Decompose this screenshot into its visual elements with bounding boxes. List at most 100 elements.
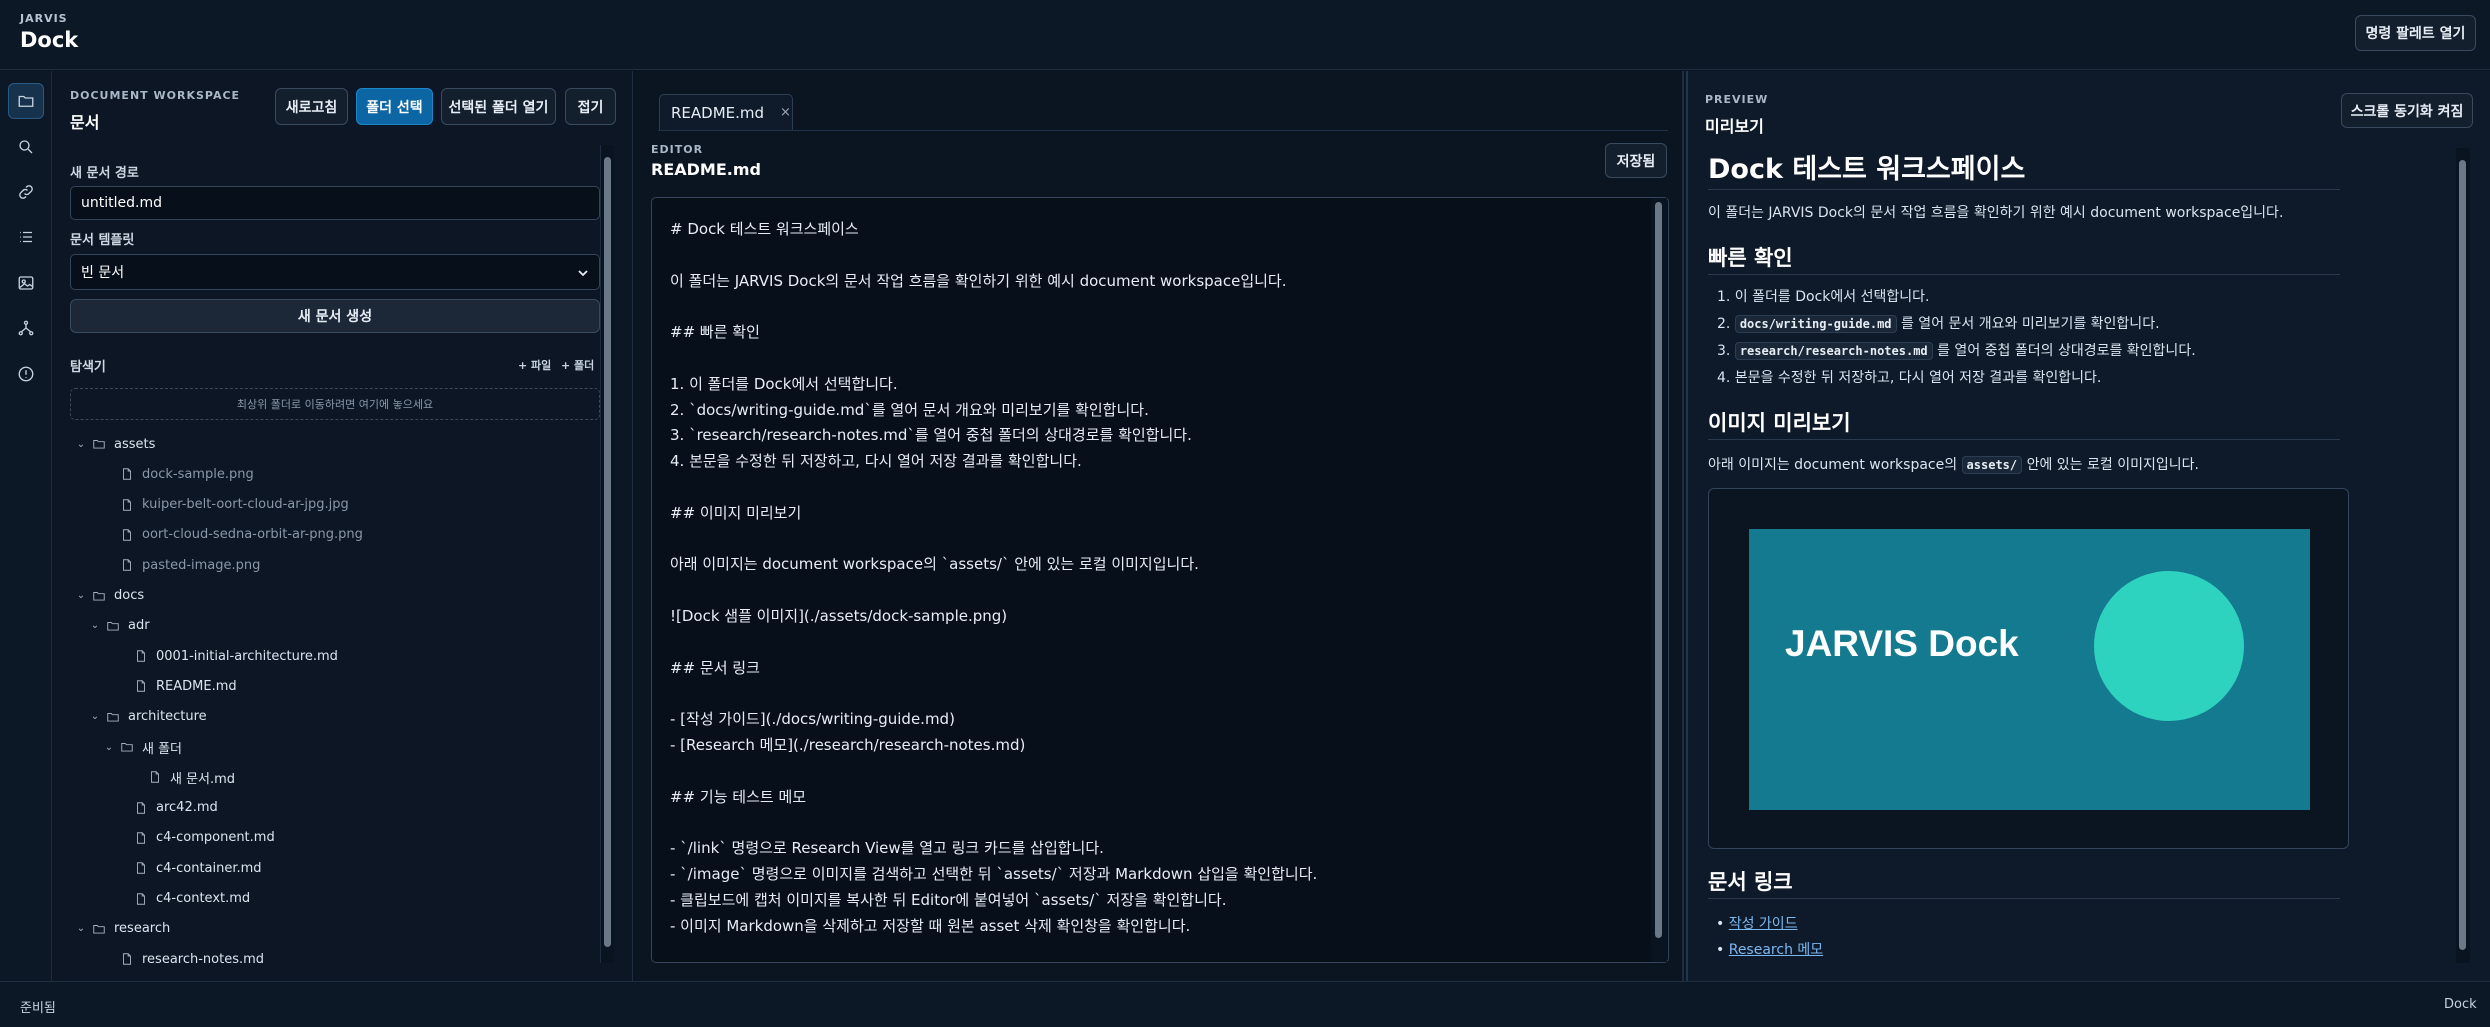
preview-h1: Dock 테스트 워크스페이스 [1708,154,2026,185]
editor-line: # Dock 테스트 워크스페이스 [670,220,859,238]
tab-readme[interactable]: README.md × [659,94,793,130]
explorer-scrollbar[interactable] [600,145,614,963]
tree-file[interactable]: c4-component.md [102,825,275,851]
file-icon [120,498,134,512]
tree-folder[interactable]: ⌄ assets [74,431,156,457]
tree-file[interactable]: pasted-image.png [88,552,260,578]
collapse-button[interactable]: 접기 [565,88,616,125]
file-icon [134,649,148,663]
editor-line: 2. `docs/writing-guide.md`를 열어 문서 개요와 미리… [670,400,1149,419]
tree-item-label: adr [128,618,150,634]
tree-item-label: 새 폴더 [142,741,183,757]
app-title: Dock [20,28,79,52]
activity-link-button[interactable] [8,174,44,210]
new-doc-path-input[interactable]: untitled.md [70,186,600,220]
file-icon [134,801,148,815]
folder-icon [92,922,106,936]
file-icon [134,679,148,693]
quick-list-item: 4. 본문을 수정한 뒤 저장하고, 다시 열어 저장 결과를 확인합니다. [1717,367,2101,387]
add-file-button[interactable]: + 파일 [518,357,551,373]
editor-line: - 이미지 Markdown을 삭제하고 저장할 때 원본 asset 삭제 확… [670,916,1191,935]
close-icon[interactable]: × [780,105,791,120]
chevron-down-icon[interactable]: ⌄ [74,590,88,601]
image-text-pre: 아래 이미지는 document workspace의 [1708,457,1962,473]
file-icon [148,770,162,784]
tree-file[interactable]: c4-context.md [102,886,250,912]
brand-subtitle: JARVIS [20,12,68,25]
activity-explorer-button[interactable] [8,83,44,119]
preview-scroll-thumb[interactable] [2459,160,2466,950]
tree-folder[interactable]: ⌄ research [74,916,170,942]
tree-file[interactable]: arc42.md [102,795,218,821]
preview-scrollbar[interactable] [2456,148,2470,963]
editor-line: - `/image` 명령으로 이미지를 검색하고 선택한 뒤 `assets/… [670,865,1318,883]
explorer-scroll-thumb[interactable] [604,157,611,947]
command-palette-button[interactable]: 명령 팔레트 열기 [2355,15,2476,51]
tree-file[interactable]: research-notes.md [88,946,264,972]
editor-line: - [작성 가이드](./docs/writing-guide.md) [670,710,955,729]
create-doc-button[interactable]: 새 문서 생성 [70,299,600,333]
status-bar [0,981,2490,1027]
preview-image-frame: JARVIS Dock [1708,488,2349,849]
folder-icon [120,740,134,754]
activity-image-button[interactable] [8,265,44,301]
new-doc-path-label: 새 문서 경로 [70,166,139,181]
doc-link[interactable]: 작성 가이드 [1729,916,1798,932]
editor-line: - [Research 메모](./research/research-note… [670,736,1026,754]
editor-scroll-thumb[interactable] [1655,202,1662,938]
tree-folder[interactable]: ⌄ architecture [88,704,207,730]
doc-link[interactable]: Research 메모 [1729,942,1823,958]
status-right: Dock [2444,997,2477,1012]
image-text-code: assets/ [1961,456,2023,474]
tree-file[interactable]: kuiper-belt-oort-cloud-ar-jpg.jpg [88,492,349,518]
file-icon [120,558,134,572]
editor-line: ## 빠른 확인 [670,323,760,342]
tree-file[interactable]: 새 문서.md [116,764,235,790]
scroll-sync-toggle[interactable]: 스크롤 동기화 켜짐 [2341,93,2473,128]
chevron-down-icon[interactable]: ⌄ [88,711,102,722]
folder-icon [92,437,106,451]
chevron-down-icon[interactable]: ⌄ [74,439,88,450]
chevron-down-icon[interactable]: ⌄ [74,923,88,934]
h2-rule-links [1708,898,2340,899]
tree-folder[interactable]: ⌄ 새 폴더 [102,734,182,760]
template-label: 문서 템플릿 [70,233,135,248]
tab-label: README.md [671,103,765,122]
quick-item-text-post: 를 열어 문서 개요와 미리보기를 확인합니다. [1896,316,2160,332]
preview-quick-heading: 빠른 확인 [1708,246,1793,270]
root-drop-zone[interactable]: 최상위 폴더로 이동하려면 여기에 놓으세요 [70,388,600,420]
top-bar [0,0,2490,70]
editor-scrollbar[interactable] [1651,198,1667,962]
tree-file[interactable]: c4-container.md [102,855,262,881]
file-icon [120,467,134,481]
activity-search-button[interactable] [8,129,44,165]
template-select[interactable]: 빈 문서 [70,254,600,290]
chevron-down-icon[interactable]: ⌄ [88,620,102,631]
activity-outline-button[interactable] [8,219,44,255]
tree-item-label: README.md [156,678,237,694]
select-folder-button[interactable]: 폴더 선택 [356,88,433,125]
tree-file[interactable]: 0001-initial-architecture.md [102,643,338,669]
activity-diagnostics-button[interactable] [8,356,44,392]
open-selected-folder-button[interactable]: 선택된 폴더 열기 [441,88,556,125]
alert-icon [18,366,34,382]
link-list-item: • Research 메모 [1716,939,1823,959]
tree-label: 탐색기 [70,360,106,375]
tree-file[interactable]: README.md [102,673,237,699]
saved-status-button[interactable]: 저장됨 [1605,143,1667,178]
graph-icon [18,320,34,336]
tree-item-label: oort-cloud-sedna-orbit-ar-png.png [142,527,363,543]
chevron-down-icon [578,270,588,277]
refresh-button[interactable]: 새로고침 [275,88,348,125]
activity-graph-button[interactable] [8,310,44,346]
tree-folder[interactable]: ⌄ docs [74,583,144,609]
explorer-title: 문서 [70,113,100,132]
preview-image-heading: 이미지 미리보기 [1708,411,1851,435]
tree-file[interactable]: oort-cloud-sedna-orbit-ar-png.png [88,522,363,548]
add-folder-button[interactable]: + 폴더 [561,357,594,373]
folder-icon [18,95,34,107]
tree-file[interactable]: dock-sample.png [88,461,254,487]
chevron-down-icon[interactable]: ⌄ [102,742,116,753]
file-icon [134,831,148,845]
tree-folder[interactable]: ⌄ adr [88,613,150,639]
